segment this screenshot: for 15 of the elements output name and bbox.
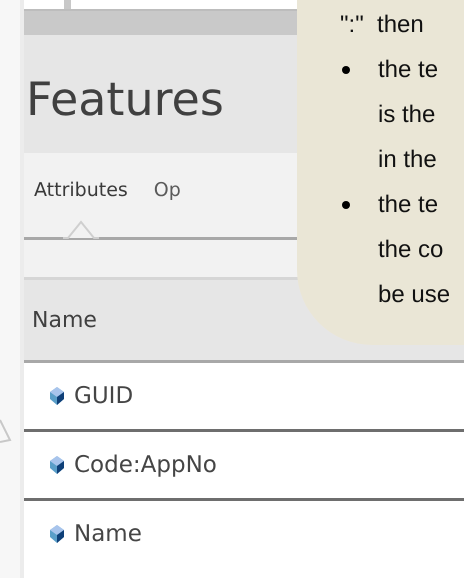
callout-text: ":" then <box>340 10 424 40</box>
cube-icon <box>50 387 64 405</box>
panel-title: Features <box>26 72 224 126</box>
tab[interactable]: Attributes <box>34 179 128 201</box>
column-header: Name <box>32 308 97 332</box>
bullet-icon <box>342 66 350 74</box>
cube-icon <box>50 525 64 543</box>
bullet-icon <box>342 201 350 209</box>
attribute-name: Name <box>74 521 142 547</box>
attribute-name: Code:AppNo <box>74 452 217 478</box>
attribute-name: GUID <box>74 383 134 409</box>
bullet-text: the te the co be use <box>378 190 450 310</box>
tab[interactable]: Op <box>154 179 181 201</box>
callout-pointer-icon <box>0 418 12 444</box>
cube-icon <box>50 456 64 474</box>
